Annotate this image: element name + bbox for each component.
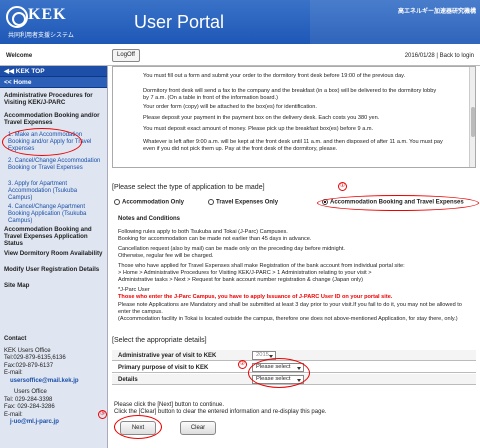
- annotation-circle-next: [114, 415, 162, 439]
- scrollbar-thumb[interactable]: [471, 107, 475, 137]
- office-email-link[interactable]: usersoffice@mail.kek.jp: [4, 378, 79, 386]
- purpose-label: Primary purpose of visit to KEK: [118, 365, 209, 371]
- welcome-bar: Welcome LogOff 2016/01/28 | Back to logi…: [0, 44, 480, 66]
- details-label: Details: [118, 377, 138, 383]
- info-text: Whatever is left after 9:00 a.m. will be…: [143, 139, 443, 152]
- office-fax: Fax:029-879-6137: [4, 362, 54, 369]
- email-label: E-mail:: [4, 370, 23, 376]
- sidebar-item-cancel-apartment[interactable]: 4. Cancel/Change Apartment Booking Appli…: [8, 204, 102, 225]
- note-line: Following rules apply to both Tsukuba an…: [118, 229, 288, 235]
- annotation-circle-selects: [248, 358, 310, 388]
- note-line: Otherwise, regular fee will be charged.: [118, 253, 214, 259]
- office2-email-link[interactable]: j-uo@ml.j-parc.jp: [4, 419, 79, 427]
- note-line: Cancellation request (also by mail) can …: [118, 246, 345, 252]
- kek-logo[interactable]: KEK 共同利用者支援システム: [6, 6, 98, 39]
- office-tel: Tel:029-879-6135,6136: [4, 355, 66, 361]
- main-content: You must fill out a form and submit your…: [98, 66, 480, 448]
- org-name: 高エネルギー加速器研究機構: [397, 9, 476, 15]
- office2-fax: Fax: 029-284-3286: [4, 404, 55, 410]
- info-text: Please deposit your payment in the payme…: [143, 115, 380, 121]
- breakfast-info-box: You must fill out a form and submit your…: [112, 66, 476, 168]
- contact-title: Contact: [4, 336, 27, 342]
- annotation-circle-radio: [317, 195, 479, 211]
- logoff-button[interactable]: LogOff: [112, 49, 140, 62]
- welcome-text: Welcome: [6, 53, 33, 59]
- application-type-radios: Accommodation Only Travel Expenses Only …: [112, 195, 480, 211]
- sidebar-item-sitemap[interactable]: Site Map: [4, 282, 104, 289]
- radio-accommodation-only[interactable]: Accommodation Only: [114, 199, 184, 206]
- sidebar-item-registration[interactable]: Modify User Registration Details: [4, 266, 104, 273]
- sidebar-item-dormitory[interactable]: View Dormitory Room Availability: [4, 250, 104, 257]
- sidebar-item-admin-procedures[interactable]: Administrative Procedures for Visiting K…: [4, 92, 104, 106]
- logo-text: KEK: [28, 6, 67, 23]
- note-line: *J-Parc User: [118, 287, 150, 293]
- note-line: Administrative tasks > Next > Request fo…: [118, 277, 364, 283]
- note-line: (Accommodation facility in Tokai is loca…: [118, 316, 458, 322]
- annotation-number-2: ②: [238, 360, 247, 369]
- scrollbar[interactable]: [469, 67, 475, 167]
- logo-subtitle: 共同利用者支援システム: [8, 33, 74, 39]
- office2-name: Users Office: [14, 389, 47, 395]
- info-text: Dormitory front desk will send a fax to …: [143, 88, 437, 101]
- office2-tel: Tel: 029-284-3398: [4, 396, 53, 403]
- office-name: KEK Users Office: [4, 347, 51, 354]
- date-and-login-link[interactable]: 2016/01/28 | Back to login: [405, 53, 474, 59]
- note-line: Booking for accommodation can be made no…: [118, 236, 312, 242]
- note-line: > Home > Administrative Procedures for V…: [118, 270, 372, 276]
- home-link[interactable]: << Home: [0, 77, 107, 88]
- footer-instruction-next: Please click the [Next] button to contin…: [114, 402, 225, 408]
- clear-button[interactable]: Clear: [180, 421, 216, 435]
- sidebar-item-apartment[interactable]: 3. Apply for Apartment Accommodation (Ts…: [8, 181, 102, 202]
- kek-top-link[interactable]: ◀◀ KEK TOP: [0, 66, 107, 77]
- sidebar-item-accommodation[interactable]: Accommodation Booking and/or Travel Expe…: [4, 112, 104, 126]
- logo-mark-icon: [6, 6, 28, 28]
- sidebar-item-status[interactable]: Accommodation Booking and Travel Expense…: [4, 226, 104, 247]
- note-line: Those who have applied for Travel Expens…: [118, 263, 405, 269]
- radio-travel-expenses-only[interactable]: Travel Expenses Only: [208, 199, 278, 206]
- radio-dot: [114, 199, 120, 205]
- annotation-number-3: ③: [98, 410, 107, 419]
- annotation-number-1: ①: [338, 182, 347, 191]
- details-title: [Select the appropriate details]: [112, 337, 207, 344]
- jparc-warning: Those who enter the J-Parc Campus, you h…: [118, 294, 393, 300]
- info-text: Your order form (copy) will be attached …: [143, 104, 317, 110]
- sidebar: ◀◀ KEK TOP << Home Administrative Proced…: [0, 66, 108, 448]
- note-line: Please note Applications are Mandatory a…: [118, 302, 462, 315]
- year-label: Administrative year of visit to KEK: [118, 353, 217, 359]
- page-title: User Portal: [134, 12, 225, 32]
- email2-label: E-mail:: [4, 411, 23, 418]
- annotation-circle-sidebar: [2, 128, 82, 156]
- application-type-title: [Please select the type of application t…: [112, 184, 265, 191]
- contact-block: Contact KEK Users Office Tel:029-879-613…: [4, 336, 79, 427]
- info-text: You must deposit exact amount of money. …: [143, 126, 374, 132]
- info-text: You must fill out a form and submit your…: [143, 73, 406, 79]
- footer-instruction-clear: Click the [Clear] button to clear the en…: [114, 409, 327, 415]
- sidebar-item-cancel-booking[interactable]: 2. Cancel/Change Accommodation Booking o…: [8, 158, 102, 172]
- notes-title: Notes and Conditions: [118, 216, 180, 222]
- header-bar: KEK 共同利用者支援システム User Portal 高エネルギー加速器研究機…: [0, 0, 480, 44]
- radio-dot: [208, 199, 214, 205]
